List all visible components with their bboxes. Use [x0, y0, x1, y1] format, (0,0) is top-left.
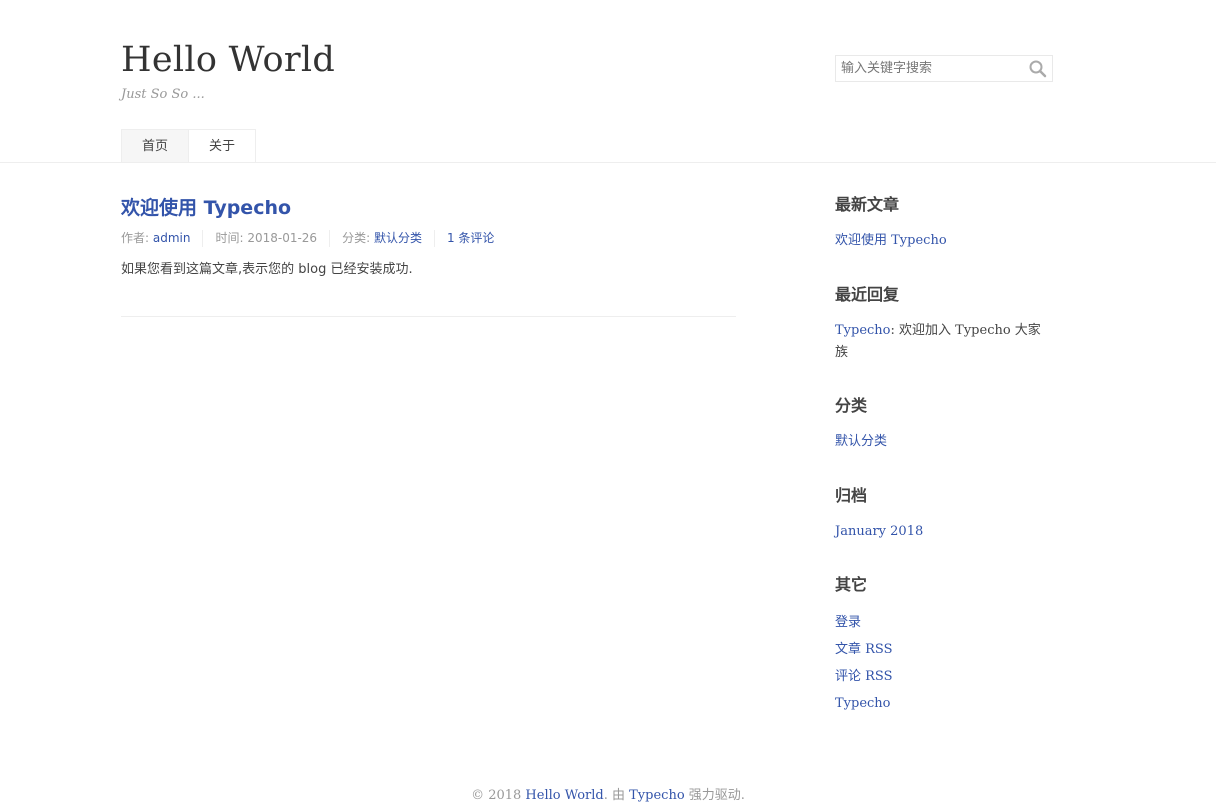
recent-posts-list: 欢迎使用 Typecho — [835, 230, 947, 252]
list-item: 欢迎使用 Typecho — [835, 230, 947, 252]
site-footer: © 2018 Hello World. 由 Typecho 强力驱动. — [0, 786, 1216, 806]
archive-link[interactable]: January 2018 — [835, 524, 923, 539]
list-item: January 2018 — [835, 521, 923, 543]
site-description: Just So So ... — [121, 87, 205, 102]
list-item: 评论 RSS — [835, 663, 1053, 690]
author-label: 作者: — [121, 231, 153, 245]
category-link[interactable]: 默认分类 — [374, 231, 422, 245]
category-link[interactable]: 默认分类 — [835, 434, 887, 449]
misc-list: 登录 文章 RSS 评论 RSS Typecho — [835, 609, 1053, 717]
post: 欢迎使用 Typecho 作者: admin 时间: 2018-01-26 分类… — [121, 194, 736, 280]
search-button[interactable] — [1028, 59, 1048, 79]
archives-list: January 2018 — [835, 521, 923, 543]
author-link[interactable]: admin — [153, 231, 191, 245]
nav-item-home[interactable]: 首页 — [121, 129, 190, 162]
footer-copyright: © 2018 — [471, 788, 526, 803]
main-nav: 首页 关于 — [121, 129, 257, 162]
widget-title: 最近回复 — [835, 285, 900, 304]
login-link[interactable]: 登录 — [835, 615, 861, 630]
post-meta: 作者: admin 时间: 2018-01-26 分类: 默认分类 1 条评论 — [121, 230, 736, 247]
posts-rss-link[interactable]: 文章 RSS — [835, 642, 893, 657]
post-content: 如果您看到这篇文章,表示您的 blog 已经安装成功. — [121, 262, 413, 277]
widget-recent-posts: 最新文章 欢迎使用 Typecho — [835, 193, 947, 252]
comments-link[interactable]: 1 条评论 — [447, 231, 494, 245]
list-item: Typecho — [835, 690, 1053, 717]
widget-title: 分类 — [835, 396, 868, 415]
widget-misc: 其它 登录 文章 RSS 评论 RSS Typecho — [835, 573, 1053, 717]
widget-title: 归档 — [835, 486, 868, 505]
category-label: 分类: — [342, 231, 374, 245]
post-time: 时间: 2018-01-26 — [202, 230, 329, 247]
widget-archives: 归档 January 2018 — [835, 484, 923, 543]
typecho-link[interactable]: Typecho — [835, 696, 891, 711]
search-icon — [1029, 60, 1047, 78]
list-item: 登录 — [835, 609, 1053, 636]
post-title[interactable]: 欢迎使用 Typecho — [121, 194, 736, 222]
post-author: 作者: admin — [121, 230, 202, 247]
list-item: Typecho: 欢迎加入 Typecho 大家族 — [835, 320, 1053, 364]
comments-rss-link[interactable]: 评论 RSS — [835, 669, 893, 684]
list-item: 默认分类 — [835, 431, 887, 453]
list-item: 文章 RSS — [835, 636, 1053, 663]
footer-text: . 由 — [603, 788, 630, 803]
comment-author-link[interactable]: Typecho — [835, 323, 891, 338]
widget-recent-comments: 最近回复 Typecho: 欢迎加入 Typecho 大家族 — [835, 283, 1053, 364]
recent-comments-list: Typecho: 欢迎加入 Typecho 大家族 — [835, 320, 1053, 364]
post-divider — [121, 316, 736, 317]
site-header: Hello World Just So So ... 首页 关于 — [0, 0, 1216, 163]
search-input[interactable] — [836, 56, 1022, 81]
footer-suffix: 强力驱动. — [684, 788, 745, 803]
widget-categories: 分类 默认分类 — [835, 394, 887, 453]
site-title[interactable]: Hello World — [121, 38, 335, 82]
recent-post-link[interactable]: 欢迎使用 Typecho — [835, 233, 947, 248]
footer-typecho-link[interactable]: Typecho — [629, 788, 685, 803]
post-comments: 1 条评论 — [433, 230, 506, 247]
nav-item-about[interactable]: 关于 — [189, 129, 257, 162]
post-category: 分类: 默认分类 — [329, 230, 434, 247]
search-form — [835, 55, 1053, 82]
widget-title: 其它 — [835, 575, 868, 594]
footer-site-link[interactable]: Hello World — [525, 788, 603, 803]
widget-title: 最新文章 — [835, 195, 900, 214]
categories-list: 默认分类 — [835, 431, 887, 453]
